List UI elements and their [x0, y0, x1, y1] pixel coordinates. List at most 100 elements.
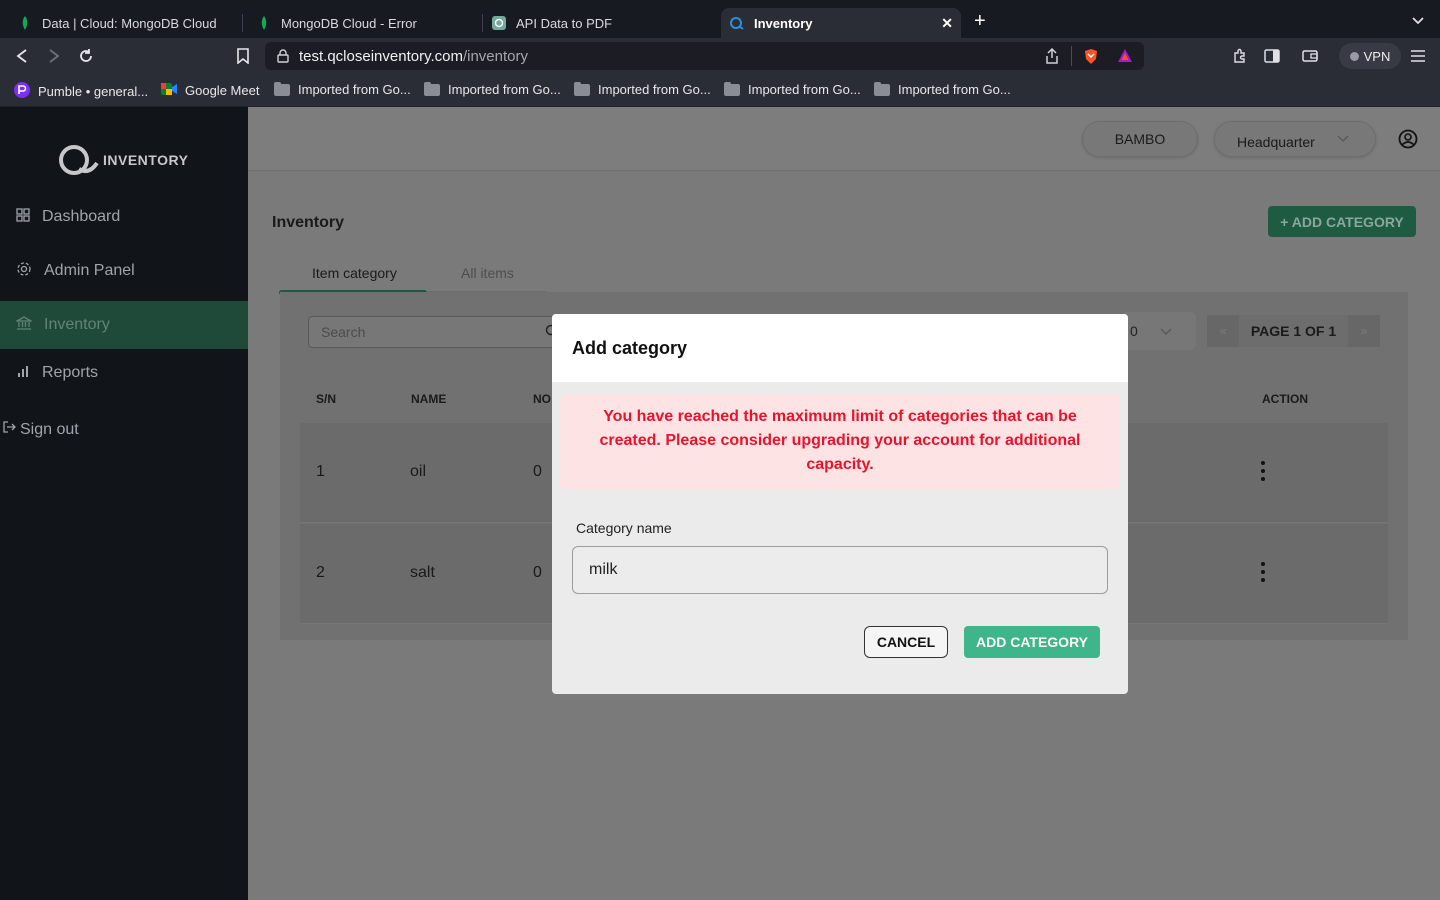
tab-divider [482, 14, 483, 32]
tab-title: API Data to PDF [516, 15, 613, 31]
tab-title: Inventory [754, 15, 813, 31]
back-icon[interactable] [12, 46, 32, 66]
bookmark-label: Imported from Go... [748, 82, 861, 97]
reload-icon[interactable] [76, 46, 96, 66]
sidebar-item-inventory[interactable]: Inventory [0, 301, 248, 349]
category-name-value: milk [589, 561, 618, 578]
add-category-button[interactable]: + ADD CATEGORY [1268, 206, 1416, 237]
business-selector[interactable]: BAMBO [1082, 121, 1198, 157]
bookmark-folder[interactable]: Imported from Go... [874, 81, 1011, 97]
column-header-name[interactable]: NAME [411, 392, 446, 406]
bookmark-item[interactable]: Google Meet [161, 82, 259, 99]
column-header-count[interactable]: NO [533, 392, 551, 406]
pagination: « PAGE 1 OF 1 » [1207, 315, 1380, 347]
modal-header: Add category [552, 314, 1128, 382]
bookmark-folder[interactable]: Imported from Go... [424, 81, 561, 97]
sidebar-item-label: Admin Panel [44, 262, 135, 279]
url-host: test.qcloseinventory.com [299, 47, 463, 65]
next-page-button[interactable]: » [1348, 315, 1380, 347]
brave-shield-icon[interactable] [1083, 48, 1099, 65]
sidebar-item-label: Inventory [44, 316, 110, 333]
grid-icon [16, 207, 30, 227]
browser-tab-active[interactable]: Inventory ✕ [721, 8, 961, 38]
bookmark-item[interactable]: Pumble • general... [14, 82, 148, 101]
sidebar-item-dashboard[interactable]: Dashboard [0, 193, 248, 241]
bookmark-label: Imported from Go... [898, 82, 1011, 97]
chevron-down-icon[interactable] [1412, 12, 1424, 28]
chevron-down-icon [1160, 323, 1172, 339]
bookmark-folder[interactable]: Imported from Go... [724, 81, 861, 97]
app-logo[interactable]: INVENTORY [57, 143, 188, 177]
category-name-input[interactable]: milk [572, 546, 1108, 594]
forward-icon[interactable] [44, 46, 64, 66]
search-input[interactable]: Search [308, 316, 558, 348]
limit-error-alert: You have reached the maximum limit of ca… [560, 394, 1120, 489]
brave-rewards-icon[interactable] [1117, 48, 1133, 63]
row-actions-icon[interactable] [1260, 461, 1266, 481]
cell-count: 0 [533, 463, 542, 480]
user-avatar-icon[interactable] [1398, 129, 1418, 154]
extensions-icon[interactable] [1230, 46, 1250, 66]
location-select[interactable]: Headquarter [1214, 121, 1376, 157]
url-divider [1071, 46, 1072, 66]
chevron-down-icon [1337, 130, 1349, 146]
google-meet-icon [161, 82, 177, 99]
browser-tab-bar: Data | Cloud: MongoDB Cloud MongoDB Clou… [0, 0, 1440, 40]
vpn-button[interactable]: VPN [1339, 43, 1401, 69]
wallet-icon[interactable] [1300, 46, 1320, 66]
folder-icon [574, 81, 590, 96]
column-header-action: ACTION [1262, 392, 1308, 406]
top-header: BAMBO Headquarter [248, 107, 1440, 171]
bookmarks-bar: Pumble • general... Google Meet Imported… [0, 74, 1440, 107]
bookmark-label: Imported from Go... [598, 82, 711, 97]
qclose-logo-icon [59, 145, 99, 175]
bookmark-folder[interactable]: Imported from Go... [274, 81, 411, 97]
url-path: /inventory [462, 47, 529, 65]
cancel-button[interactable]: CANCEL [864, 626, 948, 658]
vpn-status-icon [1349, 51, 1359, 61]
browser-tab[interactable]: Data | Cloud: MongoDB Cloud [10, 8, 240, 38]
bookmark-label: Imported from Go... [448, 82, 561, 97]
bank-icon [14, 315, 34, 335]
sidebar-item-reports[interactable]: Reports [0, 349, 248, 397]
tab-all-items[interactable]: All items [461, 265, 514, 281]
new-tab-button[interactable]: + [974, 11, 986, 31]
lock-icon [277, 49, 289, 67]
sidebar-item-label: Dashboard [42, 208, 121, 225]
bookmark-label: Google Meet [185, 83, 260, 98]
address-bar[interactable]: test.qcloseinventory.com/inventory [265, 42, 1144, 70]
add-category-modal: Add category You have reached the maximu… [552, 314, 1128, 694]
sidebar-item-admin-panel[interactable]: Admin Panel [0, 247, 248, 295]
mongodb-leaf-icon [257, 16, 271, 30]
tab-item-category[interactable]: Item category [312, 265, 397, 281]
share-icon[interactable] [1045, 48, 1059, 64]
prev-page-button[interactable]: « [1207, 315, 1239, 347]
page-indicator: PAGE 1 OF 1 [1250, 323, 1337, 339]
browser-tab[interactable]: API Data to PDF [488, 8, 718, 38]
row-actions-icon[interactable] [1260, 562, 1266, 582]
sidebar-toggle-icon[interactable] [1262, 46, 1282, 66]
logo-text: INVENTORY [103, 152, 189, 168]
sign-out-icon [2, 420, 16, 439]
page-title: Inventory [272, 214, 345, 231]
sign-out-label: Sign out [20, 420, 79, 438]
modal-title: Add category [572, 337, 688, 358]
close-icon[interactable]: ✕ [941, 15, 953, 32]
tab-title: MongoDB Cloud - Error [281, 15, 417, 31]
bookmark-icon[interactable] [233, 46, 253, 66]
cell-name: salt [410, 564, 435, 581]
bookmark-label: Imported from Go... [298, 82, 411, 97]
sign-out-button[interactable]: Sign out [2, 420, 79, 439]
menu-icon[interactable] [1408, 46, 1428, 66]
category-name-label: Category name [576, 520, 672, 536]
column-header-sn[interactable]: S/N [316, 392, 336, 406]
browser-toolbar: test.qcloseinventory.com/inventory VPN [0, 38, 1440, 74]
bar-chart-icon [16, 364, 30, 383]
rows-per-page-select[interactable]: 0 [1120, 312, 1196, 350]
folder-icon [874, 81, 890, 96]
sidebar: INVENTORY Dashboard Admin Panel Inventor… [0, 107, 248, 900]
browser-tab[interactable]: MongoDB Cloud - Error [249, 8, 479, 38]
sidebar-item-label: Reports [42, 364, 99, 381]
submit-add-category-button[interactable]: ADD CATEGORY [964, 626, 1100, 658]
bookmark-folder[interactable]: Imported from Go... [574, 81, 711, 97]
